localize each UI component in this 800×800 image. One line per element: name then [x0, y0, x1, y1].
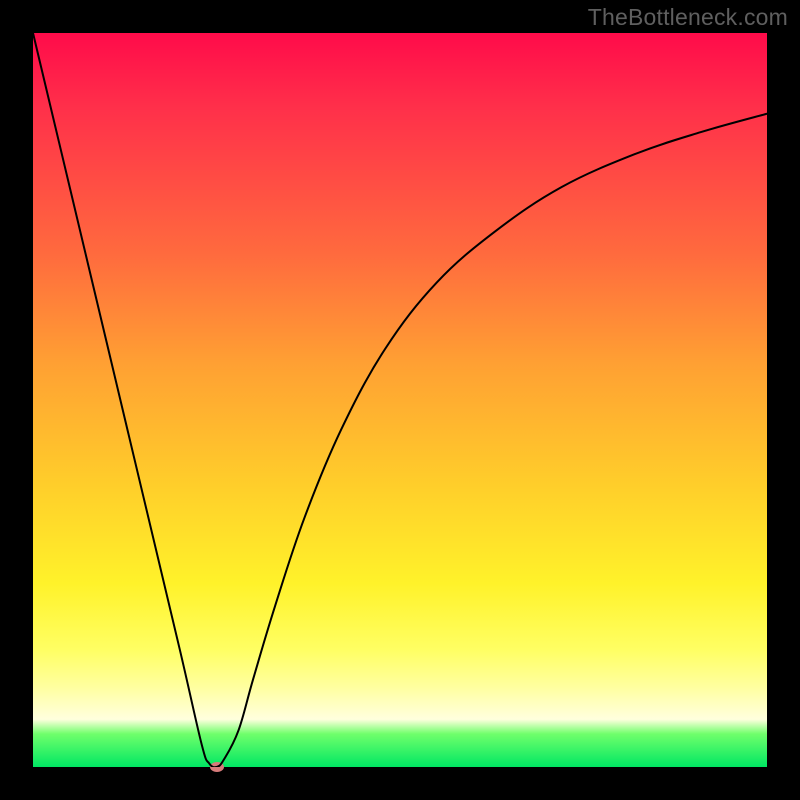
- bottleneck-curve: [33, 33, 767, 767]
- watermark-text: TheBottleneck.com: [588, 4, 788, 31]
- curve-svg: [33, 33, 767, 767]
- chart-frame: TheBottleneck.com: [0, 0, 800, 800]
- plot-area: [33, 33, 767, 767]
